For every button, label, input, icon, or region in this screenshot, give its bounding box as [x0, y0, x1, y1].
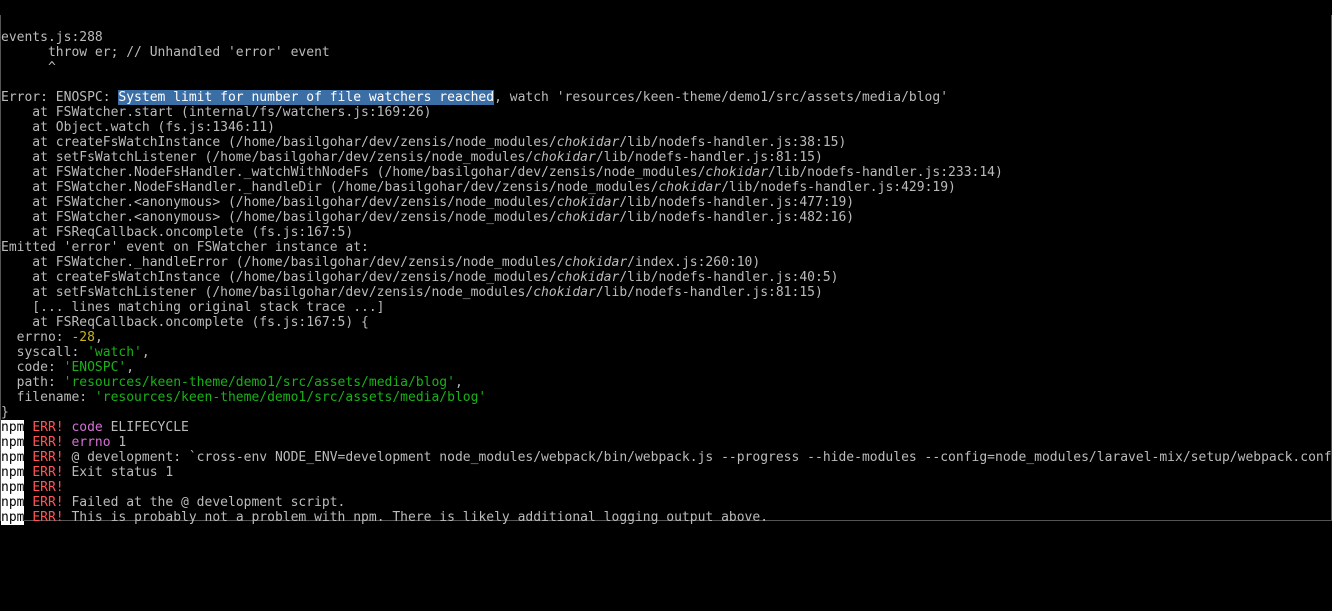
- npm-line: npm ERR! code ELIFECYCLE: [1, 420, 189, 435]
- stack-line: at FSReqCallback.oncomplete (fs.js:167:5…: [1, 315, 369, 330]
- stack-line: ^: [1, 60, 56, 75]
- stack-line: }: [1, 405, 9, 420]
- npm-line: npm ERR! @ development: `cross-env NODE_…: [1, 450, 1332, 465]
- prop-line: syscall: 'watch',: [1, 345, 150, 360]
- npm-line: npm ERR! This is probably not a problem …: [1, 510, 768, 525]
- error-line: Error: ENOSPC: System limit for number o…: [1, 90, 948, 105]
- npm-line: npm ERR! errno 1: [1, 435, 126, 450]
- stack-line: events.js:288: [1, 30, 103, 45]
- stack-line: at FSWatcher.<anonymous> (/home/basilgoh…: [1, 210, 854, 225]
- npm-line: npm ERR! Exit status 1: [1, 465, 173, 480]
- prop-line: path: 'resources/keen-theme/demo1/src/as…: [1, 375, 463, 390]
- terminal-output[interactable]: events.js:288 throw er; // Unhandled 'er…: [0, 15, 1332, 521]
- prop-line: filename: 'resources/keen-theme/demo1/sr…: [1, 390, 486, 405]
- stack-line: at FSWatcher.NodeFsHandler._handleDir (/…: [1, 180, 956, 195]
- prop-line: code: 'ENOSPC',: [1, 360, 134, 375]
- npm-line: npm ERR! Failed at the @ development scr…: [1, 495, 345, 510]
- stack-line: [... lines matching original stack trace…: [1, 300, 385, 315]
- stack-line: at FSWatcher.<anonymous> (/home/basilgoh…: [1, 195, 854, 210]
- stack-line: Emitted 'error' event on FSWatcher insta…: [1, 240, 369, 255]
- stack-line: at Object.watch (fs.js:1346:11): [1, 120, 275, 135]
- stack-line: at setFsWatchListener (/home/basilgohar/…: [1, 150, 823, 165]
- stack-line: at createFsWatchInstance (/home/basilgoh…: [1, 135, 846, 150]
- blank-line: [1, 75, 9, 90]
- stack-line: at FSWatcher.NodeFsHandler._watchWithNod…: [1, 165, 1003, 180]
- stack-line: at FSWatcher._handleError (/home/basilgo…: [1, 255, 760, 270]
- prop-line: errno: -28,: [1, 330, 103, 345]
- stack-line: at FSWatcher.start (internal/fs/watchers…: [1, 105, 431, 120]
- stack-line: at setFsWatchListener (/home/basilgohar/…: [1, 285, 823, 300]
- stack-line: at createFsWatchInstance (/home/basilgoh…: [1, 270, 838, 285]
- selected-text[interactable]: System limit for number of file watchers…: [118, 90, 494, 105]
- stack-line: at FSReqCallback.oncomplete (fs.js:167:5…: [1, 225, 353, 240]
- npm-line: npm ERR!: [1, 480, 64, 495]
- stack-line: throw er; // Unhandled 'error' event: [1, 45, 330, 60]
